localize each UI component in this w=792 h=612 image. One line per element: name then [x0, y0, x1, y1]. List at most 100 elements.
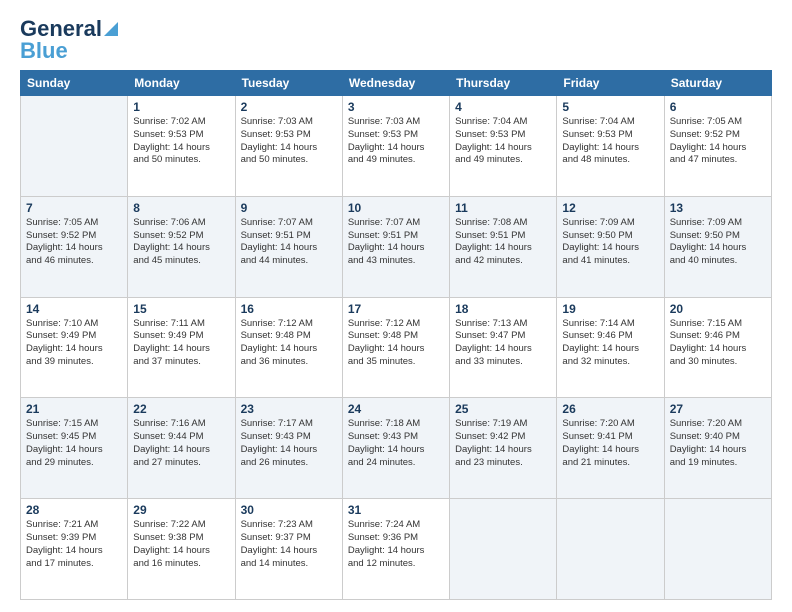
- day-info: Sunrise: 7:13 AM Sunset: 9:47 PM Dayligh…: [455, 318, 551, 369]
- day-info: Sunrise: 7:17 AM Sunset: 9:43 PM Dayligh…: [241, 418, 337, 469]
- day-info: Sunrise: 7:11 AM Sunset: 9:49 PM Dayligh…: [133, 318, 229, 369]
- day-number: 10: [348, 201, 444, 215]
- calendar-cell: 7 Sunrise: 7:05 AM Sunset: 9:52 PM Daylig…: [21, 196, 128, 297]
- day-info: Sunrise: 7:08 AM Sunset: 9:51 PM Dayligh…: [455, 217, 551, 268]
- calendar-cell: 27Sunrise: 7:20 AM Sunset: 9:40 PM Dayli…: [664, 398, 771, 499]
- calendar-week-row: 14 Sunrise: 7:10 AM Sunset: 9:49 PM Dayli…: [21, 297, 772, 398]
- calendar-week-row: 1Sunrise: 7:02 AM Sunset: 9:53 PM Daylig…: [21, 96, 772, 197]
- calendar-cell: 15 Sunrise: 7:11 AM Sunset: 9:49 PM Dayli…: [128, 297, 235, 398]
- day-number: 17: [348, 302, 444, 316]
- calendar-cell: [664, 499, 771, 600]
- calendar-cell: 21 Sunrise: 7:15 AM Sunset: 9:45 PM Dayli…: [21, 398, 128, 499]
- day-info: Sunrise: 7:12 AM Sunset: 9:48 PM Dayligh…: [241, 318, 337, 369]
- day-info: Sunrise: 7:09 AM Sunset: 9:50 PM Dayligh…: [562, 217, 658, 268]
- day-number: 20: [670, 302, 766, 316]
- calendar-table: SundayMondayTuesdayWednesdayThursdayFrid…: [20, 70, 772, 600]
- calendar-cell: 9Sunrise: 7:07 AM Sunset: 9:51 PM Daylig…: [235, 196, 342, 297]
- calendar-cell: 13Sunrise: 7:09 AM Sunset: 9:50 PM Dayli…: [664, 196, 771, 297]
- calendar-cell: 6 Sunrise: 7:05 AM Sunset: 9:52 PM Daylig…: [664, 96, 771, 197]
- calendar-cell: 22 Sunrise: 7:16 AM Sunset: 9:44 PM Dayli…: [128, 398, 235, 499]
- calendar-week-row: 28Sunrise: 7:21 AM Sunset: 9:39 PM Dayli…: [21, 499, 772, 600]
- day-number: 9: [241, 201, 337, 215]
- calendar-cell: 19Sunrise: 7:14 AM Sunset: 9:46 PM Dayli…: [557, 297, 664, 398]
- calendar-cell: 31 Sunrise: 7:24 AM Sunset: 9:36 PM Dayli…: [342, 499, 449, 600]
- weekday-header-row: SundayMondayTuesdayWednesdayThursdayFrid…: [21, 71, 772, 96]
- day-number: 8: [133, 201, 229, 215]
- calendar-cell: 18 Sunrise: 7:13 AM Sunset: 9:47 PM Dayli…: [450, 297, 557, 398]
- calendar-week-row: 21 Sunrise: 7:15 AM Sunset: 9:45 PM Dayli…: [21, 398, 772, 499]
- calendar-cell: 30Sunrise: 7:23 AM Sunset: 9:37 PM Dayli…: [235, 499, 342, 600]
- day-info: Sunrise: 7:15 AM Sunset: 9:45 PM Dayligh…: [26, 418, 122, 469]
- calendar-cell: 1Sunrise: 7:02 AM Sunset: 9:53 PM Daylig…: [128, 96, 235, 197]
- logo-blue: Blue: [20, 38, 68, 64]
- day-info: Sunrise: 7:20 AM Sunset: 9:41 PM Dayligh…: [562, 418, 658, 469]
- day-info: Sunrise: 7:10 AM Sunset: 9:49 PM Dayligh…: [26, 318, 122, 369]
- day-info: Sunrise: 7:18 AM Sunset: 9:43 PM Dayligh…: [348, 418, 444, 469]
- day-info: Sunrise: 7:02 AM Sunset: 9:53 PM Dayligh…: [133, 116, 229, 167]
- calendar-cell: 25 Sunrise: 7:19 AM Sunset: 9:42 PM Dayli…: [450, 398, 557, 499]
- calendar-cell: 28Sunrise: 7:21 AM Sunset: 9:39 PM Dayli…: [21, 499, 128, 600]
- calendar-cell: 4Sunrise: 7:04 AM Sunset: 9:53 PM Daylig…: [450, 96, 557, 197]
- day-info: Sunrise: 7:04 AM Sunset: 9:53 PM Dayligh…: [562, 116, 658, 167]
- day-info: Sunrise: 7:05 AM Sunset: 9:52 PM Dayligh…: [670, 116, 766, 167]
- weekday-header-sunday: Sunday: [21, 71, 128, 96]
- day-info: Sunrise: 7:20 AM Sunset: 9:40 PM Dayligh…: [670, 418, 766, 469]
- day-number: 7: [26, 201, 122, 215]
- page: General Blue SundayMondayTuesdayWednesda…: [0, 0, 792, 612]
- day-info: Sunrise: 7:19 AM Sunset: 9:42 PM Dayligh…: [455, 418, 551, 469]
- weekday-header-tuesday: Tuesday: [235, 71, 342, 96]
- day-number: 14: [26, 302, 122, 316]
- calendar-cell: 8 Sunrise: 7:06 AM Sunset: 9:52 PM Daylig…: [128, 196, 235, 297]
- day-info: Sunrise: 7:23 AM Sunset: 9:37 PM Dayligh…: [241, 519, 337, 570]
- calendar-cell: 2Sunrise: 7:03 AM Sunset: 9:53 PM Daylig…: [235, 96, 342, 197]
- calendar-cell: 24 Sunrise: 7:18 AM Sunset: 9:43 PM Dayli…: [342, 398, 449, 499]
- day-info: Sunrise: 7:03 AM Sunset: 9:53 PM Dayligh…: [348, 116, 444, 167]
- calendar-cell: 3Sunrise: 7:03 AM Sunset: 9:53 PM Daylig…: [342, 96, 449, 197]
- day-number: 18: [455, 302, 551, 316]
- day-info: Sunrise: 7:07 AM Sunset: 9:51 PM Dayligh…: [348, 217, 444, 268]
- day-info: Sunrise: 7:03 AM Sunset: 9:53 PM Dayligh…: [241, 116, 337, 167]
- day-info: Sunrise: 7:05 AM Sunset: 9:52 PM Dayligh…: [26, 217, 122, 268]
- day-number: 11: [455, 201, 551, 215]
- calendar-cell: 5 Sunrise: 7:04 AM Sunset: 9:53 PM Daylig…: [557, 96, 664, 197]
- day-info: Sunrise: 7:06 AM Sunset: 9:52 PM Dayligh…: [133, 217, 229, 268]
- weekday-header-friday: Friday: [557, 71, 664, 96]
- weekday-header-saturday: Saturday: [664, 71, 771, 96]
- day-number: 21: [26, 402, 122, 416]
- calendar-cell: 10 Sunrise: 7:07 AM Sunset: 9:51 PM Dayli…: [342, 196, 449, 297]
- day-info: Sunrise: 7:24 AM Sunset: 9:36 PM Dayligh…: [348, 519, 444, 570]
- calendar-cell: 20 Sunrise: 7:15 AM Sunset: 9:46 PM Dayli…: [664, 297, 771, 398]
- day-number: 5: [562, 100, 658, 114]
- day-number: 6: [670, 100, 766, 114]
- day-number: 25: [455, 402, 551, 416]
- logo: General Blue: [20, 16, 118, 64]
- day-number: 4: [455, 100, 551, 114]
- calendar-cell: [21, 96, 128, 197]
- day-number: 31: [348, 503, 444, 517]
- calendar-cell: 23 Sunrise: 7:17 AM Sunset: 9:43 PM Dayli…: [235, 398, 342, 499]
- day-number: 13: [670, 201, 766, 215]
- header: General Blue: [20, 16, 772, 64]
- day-number: 12: [562, 201, 658, 215]
- day-number: 24: [348, 402, 444, 416]
- calendar-cell: 14 Sunrise: 7:10 AM Sunset: 9:49 PM Dayli…: [21, 297, 128, 398]
- calendar-cell: 26 Sunrise: 7:20 AM Sunset: 9:41 PM Dayli…: [557, 398, 664, 499]
- calendar-cell: 16 Sunrise: 7:12 AM Sunset: 9:48 PM Dayli…: [235, 297, 342, 398]
- day-info: Sunrise: 7:12 AM Sunset: 9:48 PM Dayligh…: [348, 318, 444, 369]
- weekday-header-monday: Monday: [128, 71, 235, 96]
- calendar-cell: [450, 499, 557, 600]
- day-info: Sunrise: 7:15 AM Sunset: 9:46 PM Dayligh…: [670, 318, 766, 369]
- day-number: 15: [133, 302, 229, 316]
- logo-triangle-icon: [104, 22, 118, 36]
- day-info: Sunrise: 7:21 AM Sunset: 9:39 PM Dayligh…: [26, 519, 122, 570]
- day-number: 26: [562, 402, 658, 416]
- weekday-header-wednesday: Wednesday: [342, 71, 449, 96]
- day-info: Sunrise: 7:22 AM Sunset: 9:38 PM Dayligh…: [133, 519, 229, 570]
- day-number: 19: [562, 302, 658, 316]
- day-number: 22: [133, 402, 229, 416]
- calendar-cell: 17 Sunrise: 7:12 AM Sunset: 9:48 PM Dayli…: [342, 297, 449, 398]
- calendar-cell: 29Sunrise: 7:22 AM Sunset: 9:38 PM Dayli…: [128, 499, 235, 600]
- day-number: 23: [241, 402, 337, 416]
- day-number: 16: [241, 302, 337, 316]
- day-info: Sunrise: 7:16 AM Sunset: 9:44 PM Dayligh…: [133, 418, 229, 469]
